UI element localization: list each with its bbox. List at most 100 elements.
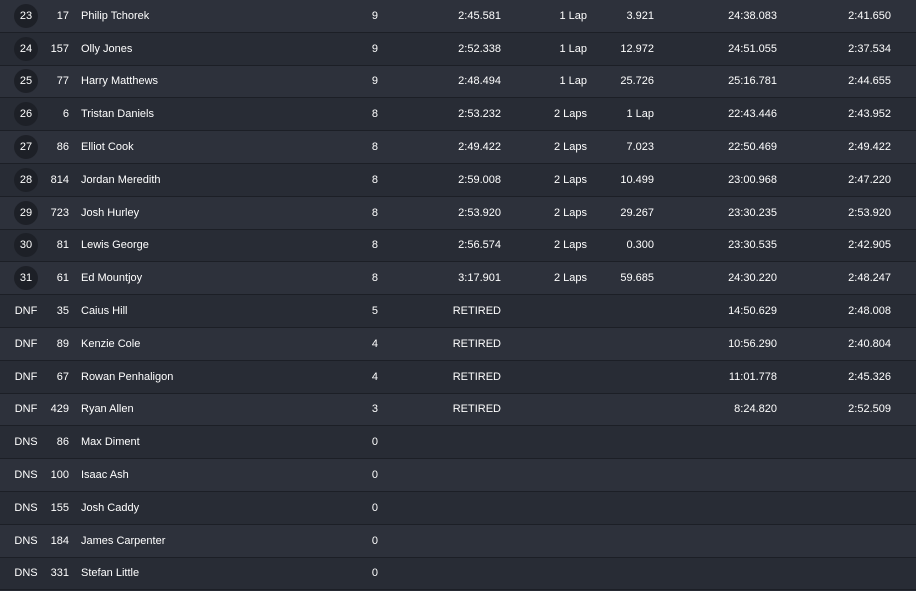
laps-count: 9 — [371, 75, 378, 88]
laps-count: 9 — [371, 9, 378, 22]
gap-to-leader — [520, 361, 587, 393]
position-badge: 26 — [14, 102, 38, 127]
position-badge: 30 — [14, 233, 38, 258]
best-lap-or-status — [420, 492, 501, 524]
race-number: 6 — [62, 108, 69, 121]
table-row[interactable]: 31 61 Ed Mountjoy 8 3:17.901 2 Laps 59.6… — [0, 262, 916, 296]
race-number: 155 — [50, 501, 69, 514]
fastest-lap — [800, 558, 891, 590]
table-row[interactable]: 30 81 Lewis George 8 2:56.574 2 Laps 0.3… — [0, 229, 916, 263]
fastest-lap — [800, 459, 891, 491]
fastest-lap: 2:44.655 — [848, 75, 891, 88]
table-row[interactable]: 23 17 Philip Tchorek 9 2:45.581 1 Lap 3.… — [0, 0, 916, 33]
total-time: 23:00.968 — [728, 173, 777, 186]
position-cell: 26 — [12, 98, 40, 130]
gap-to-leader — [520, 525, 587, 557]
position-badge: 31 — [14, 266, 38, 291]
table-row[interactable]: DNF 89 Kenzie Cole 4 RETIRED 10:56.290 2… — [0, 327, 916, 361]
total-time — [690, 492, 777, 524]
driver-name: Rowan Penhaligon — [81, 370, 174, 383]
driver-name: Jordan Meredith — [81, 173, 161, 186]
table-row[interactable]: 28 814 Jordan Meredith 8 2:59.008 2 Laps… — [0, 163, 916, 197]
gap-to-previous: 1 Lap — [626, 108, 654, 121]
driver-name: Kenzie Cole — [81, 337, 141, 350]
gap-to-previous: 59.685 — [620, 272, 654, 285]
total-time: 11:01.778 — [728, 370, 777, 383]
driver-name: Josh Hurley — [81, 206, 140, 219]
laps-count: 4 — [371, 370, 378, 383]
position-badge: 29 — [14, 200, 38, 225]
gap-to-previous: 25.726 — [620, 75, 654, 88]
position-badge: DNS — [14, 436, 38, 449]
table-row[interactable]: DNF 429 Ryan Allen 3 RETIRED 8:24.820 2:… — [0, 393, 916, 427]
driver-name: Olly Jones — [81, 42, 133, 55]
table-row[interactable]: DNS 100 Isaac Ash 0 — [0, 459, 916, 492]
laps-count: 8 — [371, 239, 378, 252]
laps-count: 8 — [371, 108, 378, 121]
total-time: 8:24.820 — [734, 403, 777, 416]
position-cell: DNS — [12, 492, 40, 524]
total-time: 24:38.083 — [728, 9, 777, 22]
position-cell: 29 — [12, 197, 40, 229]
best-lap-or-status — [420, 426, 501, 458]
position-cell: 23 — [12, 0, 40, 32]
position-cell: 30 — [12, 230, 40, 262]
race-number: 723 — [50, 206, 69, 219]
best-lap-or-status: 2:56.574 — [458, 239, 501, 252]
fastest-lap: 2:48.008 — [848, 305, 891, 318]
table-row[interactable]: DNS 331 Stefan Little 0 — [0, 557, 916, 591]
table-row[interactable]: 27 86 Elliot Cook 8 2:49.422 2 Laps 7.02… — [0, 131, 916, 164]
gap-to-leader: 2 Laps — [553, 272, 587, 285]
table-row[interactable]: DNS 184 James Carpenter 0 — [0, 524, 916, 558]
gap-to-leader — [520, 459, 587, 491]
best-lap-or-status: RETIRED — [452, 403, 501, 416]
total-time — [690, 459, 777, 491]
total-time: 22:50.469 — [728, 141, 777, 154]
race-number: 814 — [50, 173, 69, 186]
gap-to-leader — [520, 558, 587, 590]
laps-count: 8 — [371, 173, 378, 186]
total-time: 22:43.446 — [728, 108, 777, 121]
table-row[interactable]: 26 6 Tristan Daniels 8 2:53.232 2 Laps 1… — [0, 98, 916, 132]
table-row[interactable]: DNS 155 Josh Caddy 0 — [0, 491, 916, 525]
best-lap-or-status: RETIRED — [452, 370, 501, 383]
laps-count: 5 — [371, 305, 378, 318]
laps-count: 8 — [371, 141, 378, 154]
best-lap-or-status: 2:53.232 — [458, 108, 501, 121]
table-row[interactable]: DNS 86 Max Diment 0 — [0, 426, 916, 460]
gap-to-leader: 2 Laps — [553, 173, 587, 186]
laps-count: 8 — [371, 272, 378, 285]
position-badge: 27 — [14, 135, 38, 160]
gap-to-previous: 29.267 — [620, 206, 654, 219]
gap-to-previous: 3.921 — [626, 9, 654, 22]
best-lap-or-status: 2:45.581 — [458, 9, 501, 22]
gap-to-leader: 1 Lap — [559, 9, 587, 22]
best-lap-or-status: 2:48.494 — [458, 75, 501, 88]
race-number: 77 — [56, 75, 69, 88]
fastest-lap: 2:52.509 — [848, 403, 891, 416]
fastest-lap — [800, 525, 891, 557]
position-cell: DNS — [12, 459, 40, 491]
gap-to-leader: 1 Lap — [559, 75, 587, 88]
position-cell: DNF — [12, 361, 40, 393]
position-badge: 28 — [14, 167, 38, 192]
best-lap-or-status — [420, 459, 501, 491]
driver-name: Max Diment — [81, 436, 140, 449]
race-number: 89 — [56, 337, 69, 350]
table-row[interactable]: DNF 67 Rowan Penhaligon 4 RETIRED 11:01.… — [0, 360, 916, 394]
table-row[interactable]: 24 157 Olly Jones 9 2:52.338 1 Lap 12.97… — [0, 32, 916, 66]
driver-name: Lewis George — [81, 239, 149, 252]
fastest-lap: 2:53.920 — [848, 206, 891, 219]
best-lap-or-status: 2:49.422 — [458, 141, 501, 154]
table-row[interactable]: 25 77 Harry Matthews 9 2:48.494 1 Lap 25… — [0, 65, 916, 99]
position-badge: DNF — [14, 403, 38, 416]
gap-to-previous — [600, 361, 654, 393]
table-row[interactable]: 29 723 Josh Hurley 8 2:53.920 2 Laps 29.… — [0, 196, 916, 230]
table-row[interactable]: DNF 35 Caius Hill 5 RETIRED 14:50.629 2:… — [0, 295, 916, 328]
position-cell: 27 — [12, 131, 40, 163]
driver-name: Caius Hill — [81, 305, 128, 318]
position-badge: 25 — [14, 69, 38, 94]
fastest-lap — [800, 426, 891, 458]
driver-name: Isaac Ash — [81, 469, 129, 482]
gap-to-leader — [520, 295, 587, 327]
